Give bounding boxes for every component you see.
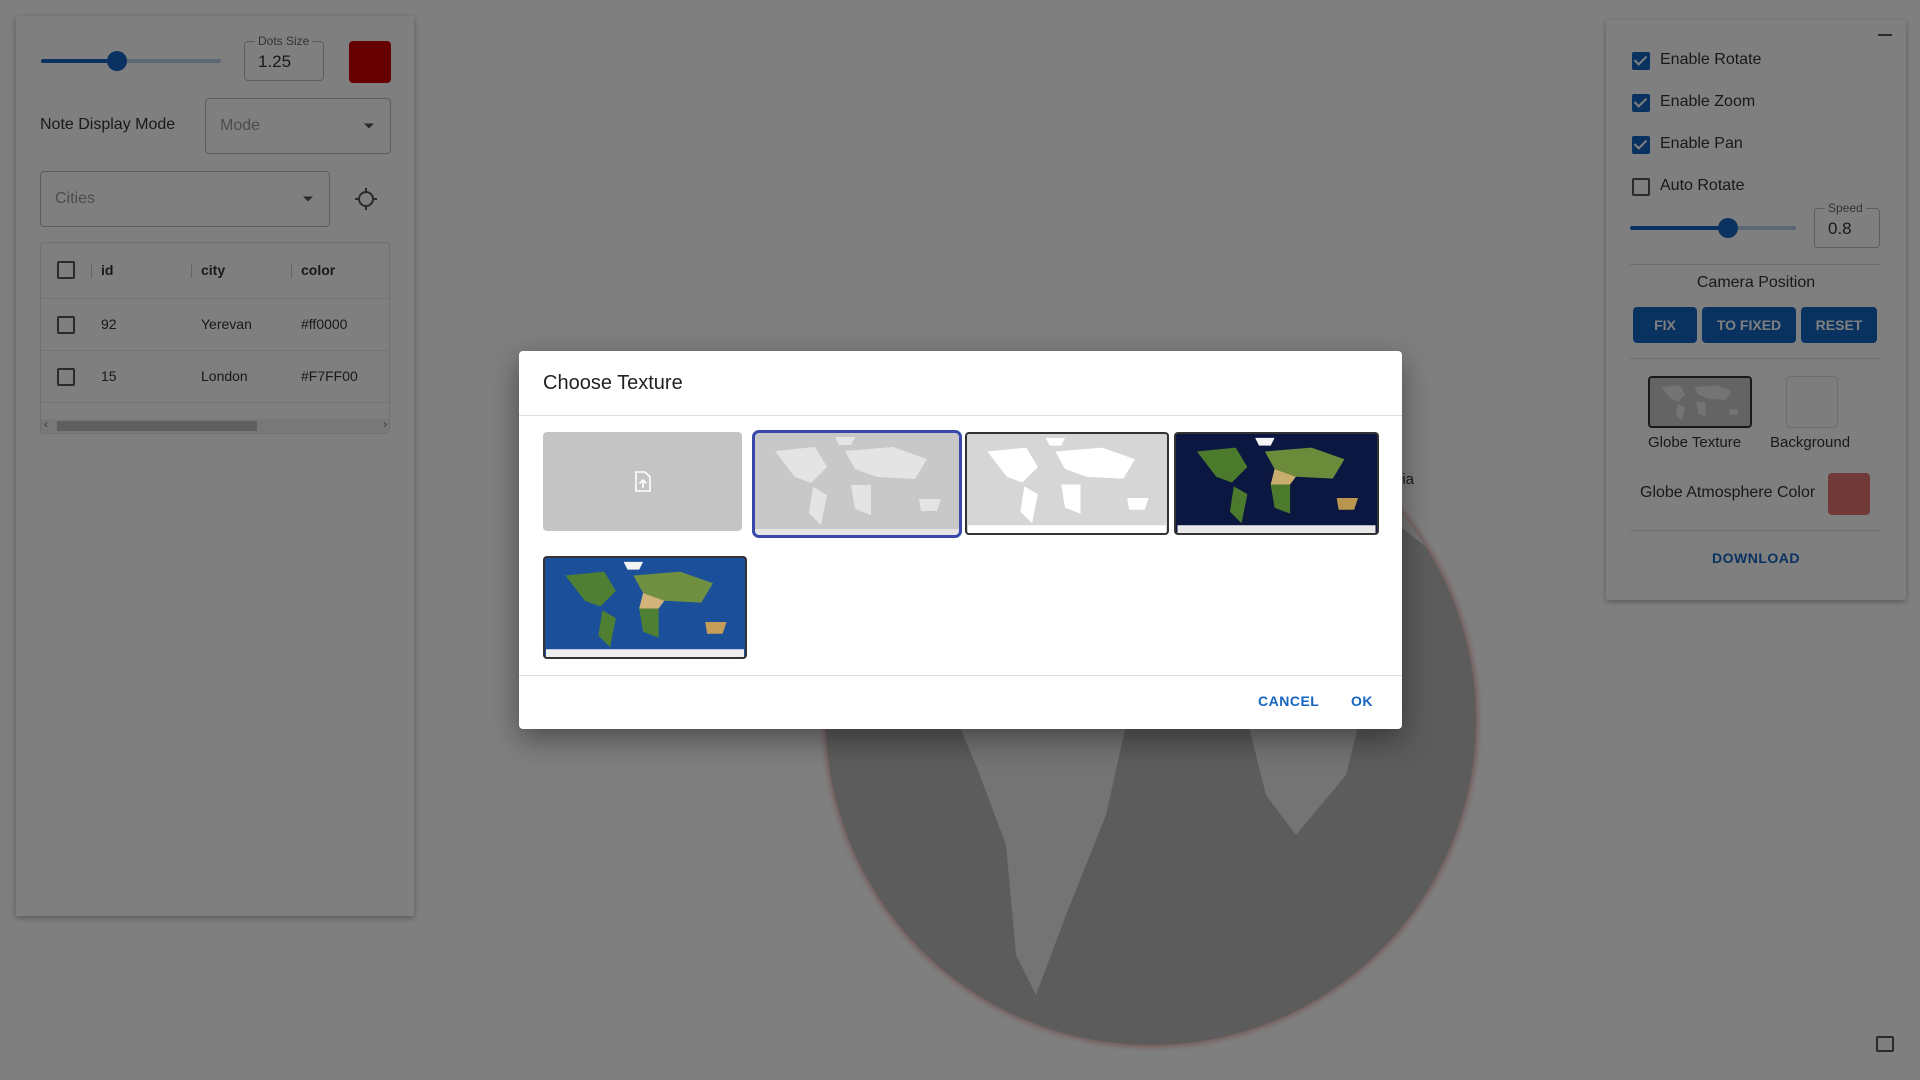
ok-button[interactable]: OK [1351, 693, 1373, 709]
choose-texture-dialog: Choose Texture CANCEL OK [519, 351, 1402, 729]
white-gray-map-texture-tile[interactable] [965, 432, 1169, 535]
dialog-title: Choose Texture [543, 372, 683, 394]
file-upload-icon [635, 471, 651, 492]
cancel-button[interactable]: CANCEL [1258, 693, 1319, 709]
dark-earth-texture-tile[interactable] [1174, 432, 1379, 535]
gray-map-texture-tile[interactable] [752, 430, 962, 538]
upload-texture-tile[interactable] [543, 432, 742, 531]
blue-earth-texture-tile[interactable] [543, 556, 747, 659]
